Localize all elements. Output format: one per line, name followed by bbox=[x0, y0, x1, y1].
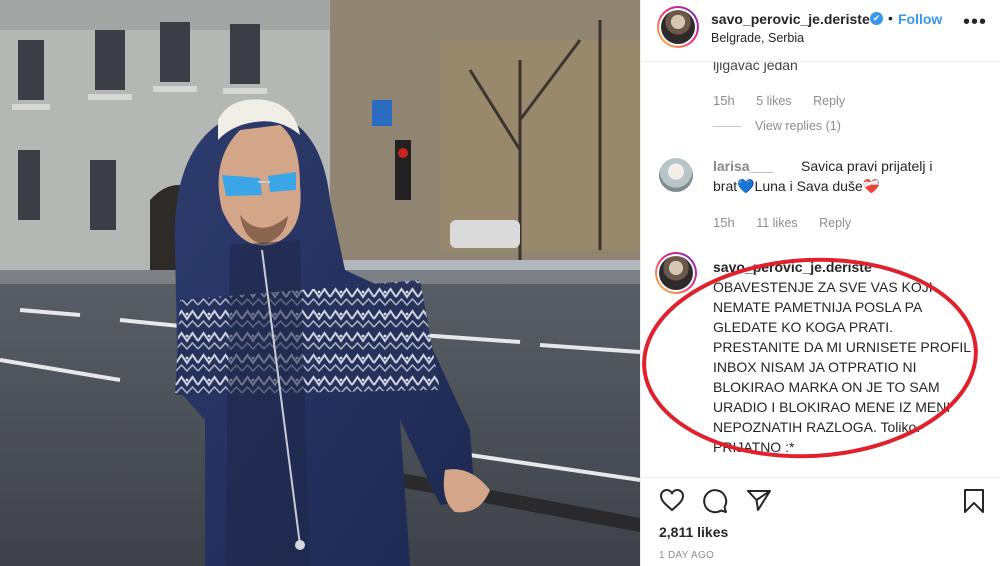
comment-text-line: NEPOZNATIH RAZLOGA. Toliko. bbox=[713, 419, 921, 435]
comment-text: ljigavac jedan bbox=[713, 62, 798, 73]
comment-text-line: Savica pravi prijatelj i bbox=[801, 158, 933, 174]
commenter-username[interactable]: savo_perovic_je.deriste bbox=[713, 258, 872, 277]
post-actions-bar: 2,811 likes 1 DAY AGO bbox=[641, 477, 1000, 566]
comment-time: 15h bbox=[713, 215, 735, 230]
comment-text-line: URADIO I BLOKIRAO MENE IZ MENI bbox=[713, 399, 951, 415]
avatar-image bbox=[661, 10, 695, 44]
separator-dot: • bbox=[888, 10, 893, 26]
comment-text-line: NEMATE PAMETNIJA POSLA PA bbox=[713, 299, 923, 315]
reply-button[interactable]: Reply bbox=[819, 216, 851, 230]
comment-text-line: PRESTANITE DA MI URNISETE PROFIL I bbox=[713, 339, 979, 355]
follow-button[interactable]: Follow bbox=[898, 11, 942, 27]
post-header: savo_perovic_je.deriste ✔ • Follow Belgr… bbox=[641, 0, 1000, 62]
view-replies-label: View replies (1) bbox=[755, 119, 841, 133]
replies-divider bbox=[713, 126, 741, 128]
comments-list[interactable]: ljigavac jedan 15h 5 likes Reply View re… bbox=[641, 62, 1000, 477]
comment-likes[interactable]: 11 likes bbox=[756, 216, 797, 230]
author-username[interactable]: savo_perovic_je.deriste bbox=[711, 11, 870, 27]
avatar-image bbox=[659, 256, 693, 290]
comment-time: 15h bbox=[713, 93, 735, 108]
comment-meta: 15h 11 likes Reply bbox=[713, 215, 851, 230]
comment-meta: 15h 5 likes Reply bbox=[713, 93, 845, 108]
commenter-avatar[interactable] bbox=[655, 252, 697, 294]
view-replies-button[interactable]: View replies (1) bbox=[713, 119, 841, 133]
reply-button[interactable]: Reply bbox=[813, 94, 845, 108]
post-timestamp[interactable]: 1 DAY AGO bbox=[659, 550, 714, 561]
post-location[interactable]: Belgrade, Serbia bbox=[711, 31, 804, 45]
comment-text-line: GLEDATE KO KOGA PRATI. bbox=[713, 319, 893, 335]
comment-likes[interactable]: 5 likes bbox=[756, 94, 791, 108]
commenter-avatar[interactable] bbox=[659, 158, 693, 192]
likes-count[interactable]: 2,811 likes bbox=[659, 524, 728, 540]
comment-text-line: INBOX NISAM JA OTPRATIO NI bbox=[713, 359, 917, 375]
post-photo bbox=[0, 0, 640, 566]
author-avatar[interactable] bbox=[657, 6, 699, 48]
heart-icon[interactable] bbox=[659, 488, 685, 512]
comment-text-line: PRIJATNO :* bbox=[713, 439, 795, 455]
comment-text-line: brat💙Luna i Sava duše❤️‍🩹 bbox=[713, 178, 881, 194]
more-options-icon[interactable]: ••• bbox=[963, 12, 987, 32]
bookmark-icon[interactable] bbox=[963, 488, 985, 514]
comment-text-line: BLOKIRAO MARKA ON JE TO SAM bbox=[713, 379, 940, 395]
post-image bbox=[0, 0, 640, 566]
post-side-panel: savo_perovic_je.deriste ✔ • Follow Belgr… bbox=[640, 0, 1000, 566]
comment-text-line: OBAVESTENJE ZA SVE VAS KOJI bbox=[713, 279, 933, 295]
verified-icon: ✔ bbox=[870, 12, 883, 25]
comment-icon[interactable] bbox=[702, 488, 728, 514]
share-icon[interactable] bbox=[746, 488, 772, 512]
commenter-username[interactable]: larisa___ bbox=[713, 157, 773, 176]
